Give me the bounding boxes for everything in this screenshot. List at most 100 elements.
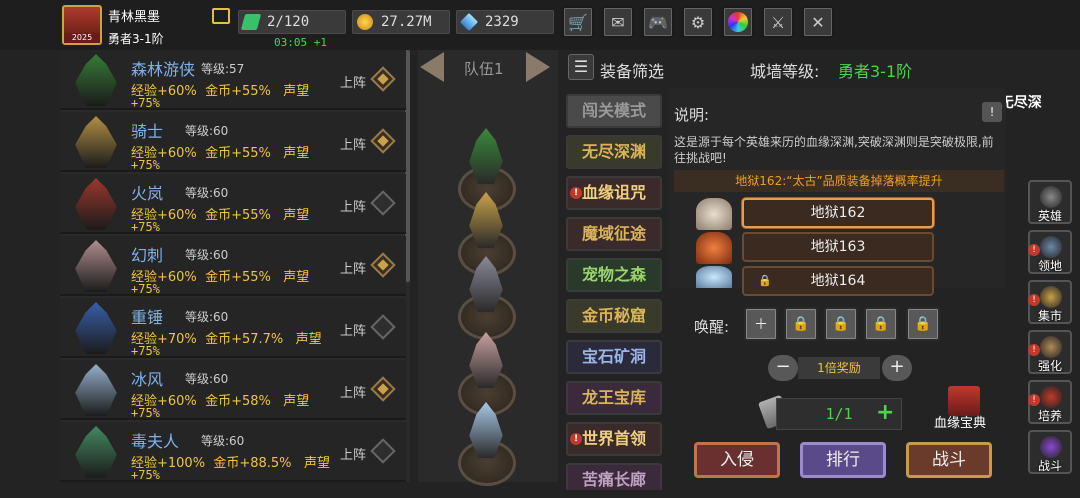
- train-icon: [1040, 386, 1062, 408]
- hero-name: 冰风: [131, 370, 164, 389]
- hero-bonus: +75%: [131, 406, 160, 420]
- deploy-toggle[interactable]: [370, 252, 396, 278]
- gem-counter: 2329: [456, 10, 554, 34]
- energy-timer: 03:05 +1: [274, 36, 327, 49]
- mode-button[interactable]: ! 世界首领: [566, 422, 662, 456]
- mode-button[interactable]: 闯关模式: [566, 94, 662, 128]
- mode-button[interactable]: 无尽深渊: [566, 135, 662, 169]
- deploy-toggle[interactable]: [370, 190, 396, 216]
- hero-row[interactable]: 火岚 等级:60 经验+60% 金币+55% 声望 +75% 上阵: [60, 174, 406, 234]
- avatar-level: 2025: [64, 33, 100, 43]
- deploy-toggle[interactable]: [370, 66, 396, 92]
- hero-level: 等级:57: [201, 62, 245, 76]
- gear-icon[interactable]: ⚙: [682, 6, 714, 38]
- drop-rate-notice: 地狱162:“太古”品质装备掉落概率提升: [674, 170, 1004, 192]
- hero-rows: 森林游侠 等级:57 经验+60% 金币+55% 声望 +75% 上阵 骑士 等…: [60, 50, 410, 482]
- hero-row[interactable]: 骑士 等级:60 经验+60% 金币+55% 声望 +75% 上阵: [60, 112, 406, 172]
- deploy-label[interactable]: 上阵: [340, 258, 366, 277]
- battle-portal-icon: [1040, 436, 1062, 458]
- alert-dot: !: [1028, 344, 1040, 356]
- awaken-lock-icon: 🔒: [824, 307, 858, 341]
- hero-level: 等级:60: [185, 124, 229, 138]
- player-name: 青林黑墨: [108, 10, 161, 25]
- mode-button[interactable]: 金币秘窟: [566, 299, 662, 333]
- mode-button[interactable]: ! 血缘诅咒: [566, 176, 662, 210]
- hero-row[interactable]: 重锤 等级:60 经验+70% 金币+57.7% 声望 +75% 上阵: [60, 298, 406, 358]
- hero-row[interactable]: 森林游侠 等级:57 经验+60% 金币+55% 声望 +75% 上阵: [60, 50, 406, 110]
- deploy-toggle[interactable]: [370, 128, 396, 154]
- deploy-toggle[interactable]: [370, 376, 396, 402]
- mode-button[interactable]: 宠物之森: [566, 258, 662, 292]
- menu-icon[interactable]: ☰: [568, 54, 594, 80]
- hero-name: 森林游侠: [131, 60, 196, 79]
- invade-button[interactable]: 入侵: [694, 442, 780, 478]
- hero-bonus: +75%: [131, 96, 160, 110]
- hero-name: 毒夫人: [131, 432, 180, 451]
- hero-row[interactable]: 幻刺 等级:60 经验+60% 金币+55% 声望 +75% 上阵: [60, 236, 406, 296]
- deploy-label[interactable]: 上阵: [340, 196, 366, 215]
- decrease-reward-button[interactable]: −: [768, 355, 798, 381]
- side-nav-label: 英雄: [1037, 209, 1062, 223]
- gold-counter: 27.27M: [352, 10, 450, 34]
- floor-button[interactable]: 🔒 地狱164: [742, 266, 934, 296]
- wall-level-label: 城墙等级:: [750, 62, 820, 81]
- deploy-toggle[interactable]: [370, 438, 396, 464]
- hero-bonus: +75%: [131, 344, 160, 358]
- color-wheel-icon[interactable]: [722, 6, 754, 38]
- hero-row[interactable]: 毒夫人 等级:60 经验+100% 金币+88.5% 声望 +75% 上阵: [60, 422, 406, 482]
- rank-button[interactable]: 排行: [800, 442, 886, 478]
- equipment-filter-button[interactable]: 装备筛选: [600, 58, 664, 82]
- side-nav-button[interactable]: ! 领地: [1028, 230, 1072, 274]
- deploy-label[interactable]: 上阵: [340, 134, 366, 153]
- awaken-lock-icon: 🔒: [906, 307, 940, 341]
- deploy-label[interactable]: 上阵: [340, 444, 366, 463]
- battle-button[interactable]: 战斗: [906, 442, 992, 478]
- side-nav-label: 战斗: [1037, 459, 1062, 473]
- bloodline-book-label[interactable]: 血缘宝典: [934, 412, 986, 431]
- hero-sprite: [75, 54, 117, 106]
- mail-icon[interactable]: ✉: [602, 6, 634, 38]
- side-nav-button[interactable]: ! 强化: [1028, 330, 1072, 374]
- side-nav-button[interactable]: 战斗: [1028, 430, 1072, 474]
- side-nav-button[interactable]: ! 集市: [1028, 280, 1072, 324]
- side-nav-button[interactable]: ! 培养: [1028, 380, 1072, 424]
- edit-name-icon[interactable]: [212, 8, 230, 24]
- awaken-add-button[interactable]: ＋: [744, 307, 778, 341]
- floor-button[interactable]: 地狱163: [742, 232, 934, 262]
- description-title: 说明:: [674, 106, 710, 124]
- team-slots: [418, 50, 558, 486]
- mode-button[interactable]: 苦痛长廊: [566, 463, 662, 490]
- market-icon: [1040, 286, 1062, 308]
- hero-level: 等级:60: [185, 372, 229, 386]
- alert-dot: !: [1028, 394, 1040, 406]
- hero-name: 重锤: [131, 308, 164, 327]
- crossed-swords-icon[interactable]: ✕: [802, 6, 834, 38]
- deploy-toggle[interactable]: [370, 314, 396, 340]
- player-avatar[interactable]: 2025: [62, 5, 102, 45]
- sword-icon[interactable]: ⚔: [762, 6, 794, 38]
- hero-row[interactable]: 冰风 等级:60 经验+60% 金币+58% 声望 +75% 上阵: [60, 360, 406, 420]
- awaken-lock-icon: 🔒: [784, 307, 818, 341]
- deploy-label[interactable]: 上阵: [340, 382, 366, 401]
- shop-cart-icon[interactable]: 🛒: [562, 6, 594, 38]
- floor-button[interactable]: 地狱162: [742, 198, 934, 228]
- hero-sprite: [75, 302, 117, 354]
- deploy-label[interactable]: 上阵: [340, 72, 366, 91]
- hero-bonus: +75%: [131, 158, 160, 172]
- help-icon[interactable]: !: [982, 102, 1002, 122]
- mode-button[interactable]: 宝石矿洞: [566, 340, 662, 374]
- floor-163-boss-icon: [696, 232, 732, 264]
- mode-button[interactable]: 龙王宝库: [566, 381, 662, 415]
- add-ticket-button[interactable]: +: [876, 400, 894, 425]
- alert-dot: !: [570, 433, 582, 445]
- side-nav-button[interactable]: 英雄: [1028, 180, 1072, 224]
- side-nav-label: 强化: [1037, 359, 1062, 373]
- deploy-label[interactable]: 上阵: [340, 320, 366, 339]
- hero-level: 等级:60: [185, 186, 229, 200]
- hero-helmet-icon: [1040, 186, 1062, 208]
- mode-list: 闯关模式无尽深渊 ! 血缘诅咒魔域征途宠物之森金币秘窟宝石矿洞龙王宝库 ! 世界首领苦痛…: [566, 94, 664, 490]
- mode-button[interactable]: 魔域征途: [566, 217, 662, 251]
- gold-coin-icon: [357, 14, 373, 30]
- gamepad-icon[interactable]: 🎮: [642, 6, 674, 38]
- increase-reward-button[interactable]: +: [882, 355, 912, 381]
